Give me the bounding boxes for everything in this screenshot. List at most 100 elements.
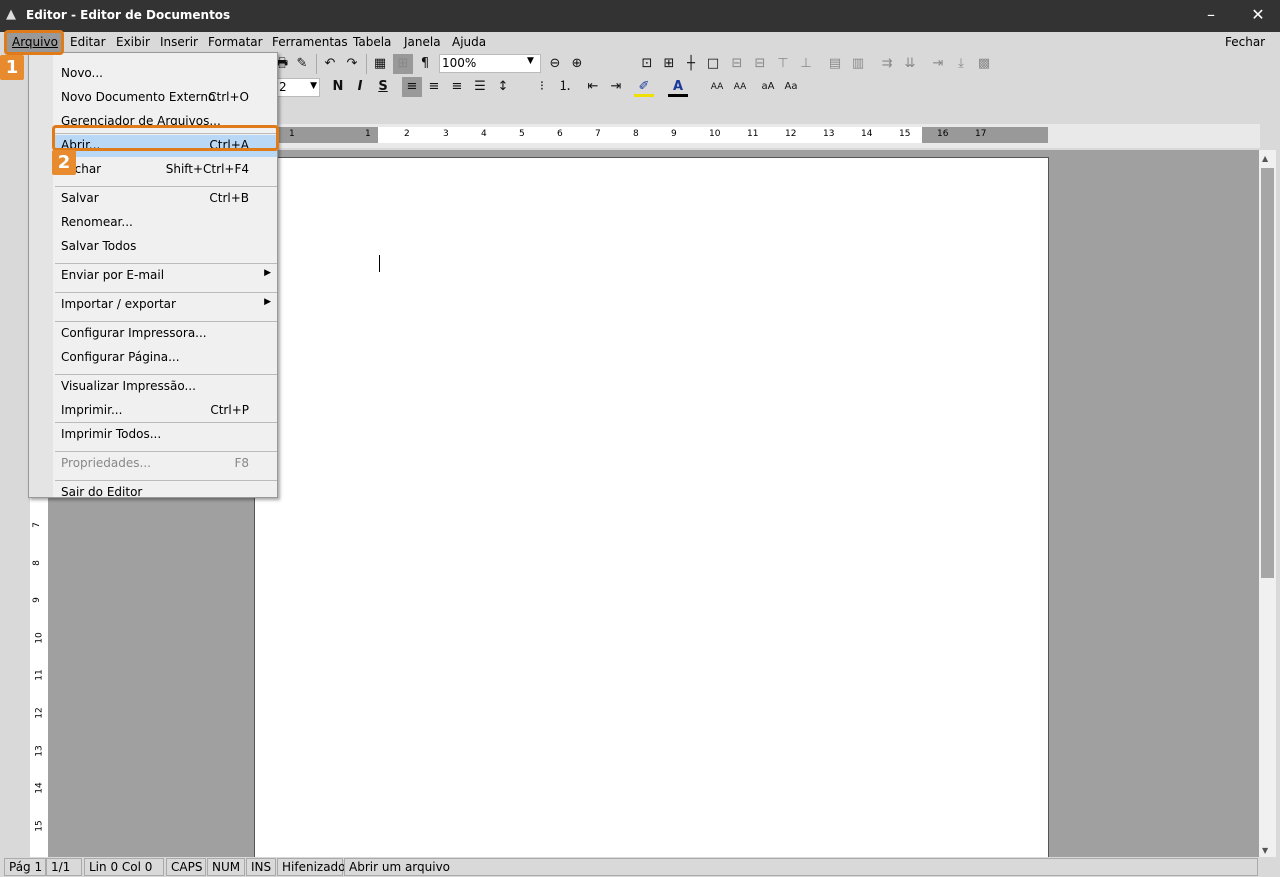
zoom-out-icon[interactable]: ⊖ <box>545 54 565 74</box>
menu-item-renomear[interactable]: Renomear... <box>53 212 277 234</box>
bold-icon[interactable]: N <box>328 77 348 97</box>
fechar-document-button[interactable]: Fechar <box>1225 35 1265 49</box>
delete-column-icon[interactable]: ⇥ <box>928 54 948 74</box>
delete-row-icon[interactable]: ⤓ <box>951 54 971 74</box>
table-border-outer-icon[interactable]: □ <box>703 54 723 74</box>
chevron-down-icon: ▼ <box>527 56 534 66</box>
align-center-icon[interactable]: ≡ <box>424 77 444 97</box>
ruler-number: 12 <box>785 129 797 139</box>
scrollbar-thumb[interactable] <box>1261 168 1274 578</box>
table-border-right-icon[interactable]: ⊟ <box>750 54 770 74</box>
line-spacing-icon[interactable]: ↕ <box>493 77 513 97</box>
insert-column-icon[interactable]: ⇉ <box>877 54 897 74</box>
menu-item-importar-exportar[interactable]: Importar / exportar ▶ <box>53 294 277 316</box>
shortcut-label: Ctrl+B <box>209 191 249 205</box>
close-window-button[interactable]: ✕ <box>1243 4 1273 28</box>
menu-item-novo-documento-externo[interactable]: Novo Documento Externo Ctrl+O <box>53 87 277 109</box>
menu-item-sair-do-editor[interactable]: Sair do Editor <box>53 482 277 504</box>
menu-item-fechar[interactable]: Fechar Shift+Ctrl+F4 <box>53 159 277 181</box>
menu-item-propriedades[interactable]: Propriedades... F8 <box>53 453 277 475</box>
status-page-count: 1/1 <box>46 858 82 876</box>
menu-item-configurar-página[interactable]: Configurar Página... <box>53 347 277 369</box>
scroll-up-icon[interactable]: ▲ <box>1262 154 1268 163</box>
font-size-select[interactable]: 2 ▼ <box>276 78 320 97</box>
zoom-value: 100% <box>442 56 477 70</box>
vruler-number: 14 <box>34 782 45 794</box>
menu-item-label: Enviar por E-mail <box>61 268 165 282</box>
justify-icon[interactable]: ☰ <box>470 77 490 97</box>
table-border-top-icon[interactable]: ⊤ <box>773 54 793 74</box>
split-cells-icon[interactable]: ▥ <box>848 54 868 74</box>
insert-row-icon[interactable]: ⇊ <box>900 54 920 74</box>
merge-cells-icon[interactable]: ▤ <box>825 54 845 74</box>
format-painter-icon[interactable]: ✎ <box>292 54 312 74</box>
align-left-icon[interactable]: ≡ <box>402 77 422 97</box>
table-icon[interactable]: ▦ <box>370 54 390 74</box>
shrink-font-icon[interactable]: AA <box>730 77 750 97</box>
grow-font-icon[interactable]: AA <box>707 77 727 97</box>
ruler-number: 2 <box>404 129 410 139</box>
undo-icon[interactable]: ↶ <box>320 54 340 74</box>
menu-item-salvar[interactable]: Salvar Ctrl+B <box>53 188 277 210</box>
ruler-number: 6 <box>557 129 563 139</box>
table-borders-inner-icon[interactable]: ⊡ <box>637 54 657 74</box>
text-cursor <box>379 255 380 272</box>
redo-icon[interactable]: ↷ <box>342 54 362 74</box>
chevron-down-icon: ▼ <box>310 81 317 91</box>
menu-inserir[interactable]: Inserir <box>160 35 198 49</box>
shortcut-label: Shift+Ctrl+F4 <box>165 162 249 176</box>
menu-item-novo[interactable]: Novo... <box>53 63 277 85</box>
separator <box>366 54 367 74</box>
menu-ajuda[interactable]: Ajuda <box>452 35 486 49</box>
align-right-icon[interactable]: ≡ <box>447 77 467 97</box>
table-borders-all-icon[interactable]: ⊞ <box>659 54 679 74</box>
menu-tabela[interactable]: Tabela <box>353 35 391 49</box>
ruler-number: 1 <box>289 129 295 139</box>
scroll-down-icon[interactable]: ▼ <box>1262 846 1268 855</box>
lowercase-icon[interactable]: Aa <box>781 77 801 97</box>
menu-separator <box>55 186 277 187</box>
menu-item-label: Imprimir... <box>61 403 123 417</box>
vruler-number: 7 <box>31 522 42 528</box>
minimize-button[interactable]: – <box>1196 4 1226 28</box>
status-message: Abrir um arquivo <box>344 858 1258 876</box>
cell-shading-icon[interactable]: ▩ <box>974 54 994 74</box>
highlight-step2 <box>52 125 279 151</box>
highlight-icon[interactable]: ✐ <box>634 77 654 97</box>
zoom-in-icon[interactable]: ⊕ <box>567 54 587 74</box>
menu-item-label: Sair do Editor <box>61 485 143 499</box>
menu-item-label: Salvar Todos <box>61 239 137 253</box>
numbering-icon[interactable]: ⒈ <box>555 77 575 97</box>
ruler-number: 9 <box>671 129 677 139</box>
table-borders-cross-icon[interactable]: ┼ <box>681 54 701 74</box>
vertical-scrollbar[interactable]: ▲ ▼ <box>1259 150 1276 857</box>
menu-editar[interactable]: Editar <box>70 35 106 49</box>
ruler-number: 11 <box>747 129 759 139</box>
menu-item-configurar-impressora[interactable]: Configurar Impressora... <box>53 323 277 345</box>
pilcrow-icon[interactable]: ¶ <box>415 54 435 74</box>
font-size-value: 2 <box>279 80 287 94</box>
zoom-select[interactable]: 100% ▼ <box>439 54 541 73</box>
menu-janela[interactable]: Janela <box>404 35 441 49</box>
strikethrough-icon[interactable]: S <box>373 77 393 97</box>
menu-item-enviar-por-e-mail[interactable]: Enviar por E-mail ▶ <box>53 265 277 287</box>
menu-item-imprimir-todos[interactable]: Imprimir Todos... <box>53 424 277 446</box>
menu-item-imprimir[interactable]: Imprimir... Ctrl+P <box>53 400 277 422</box>
menu-item-visualizar-impressão[interactable]: Visualizar Impressão... <box>53 376 277 398</box>
menu-item-label: Novo Documento Externo <box>61 90 216 104</box>
bullets-icon[interactable]: ⁝ <box>532 77 552 97</box>
menu-item-salvar-todos[interactable]: Salvar Todos <box>53 236 277 258</box>
indent-icon[interactable]: ⇥ <box>606 77 626 97</box>
table-border-bottom-icon[interactable]: ⊥ <box>796 54 816 74</box>
menu-formatar[interactable]: Formatar <box>208 35 263 49</box>
italic-icon[interactable]: I <box>350 77 370 97</box>
outdent-icon[interactable]: ⇤ <box>583 77 603 97</box>
ruler-number: 10 <box>709 129 721 139</box>
menu-ferramentas[interactable]: Ferramentas <box>272 35 348 49</box>
table-border-left-icon[interactable]: ⊟ <box>727 54 747 74</box>
document-page[interactable] <box>254 157 1049 857</box>
font-color-icon[interactable]: A <box>668 77 688 97</box>
menu-exibir[interactable]: Exibir <box>116 35 150 49</box>
grid-icon[interactable]: ⊞ <box>393 54 413 74</box>
uppercase-icon[interactable]: aA <box>758 77 778 97</box>
